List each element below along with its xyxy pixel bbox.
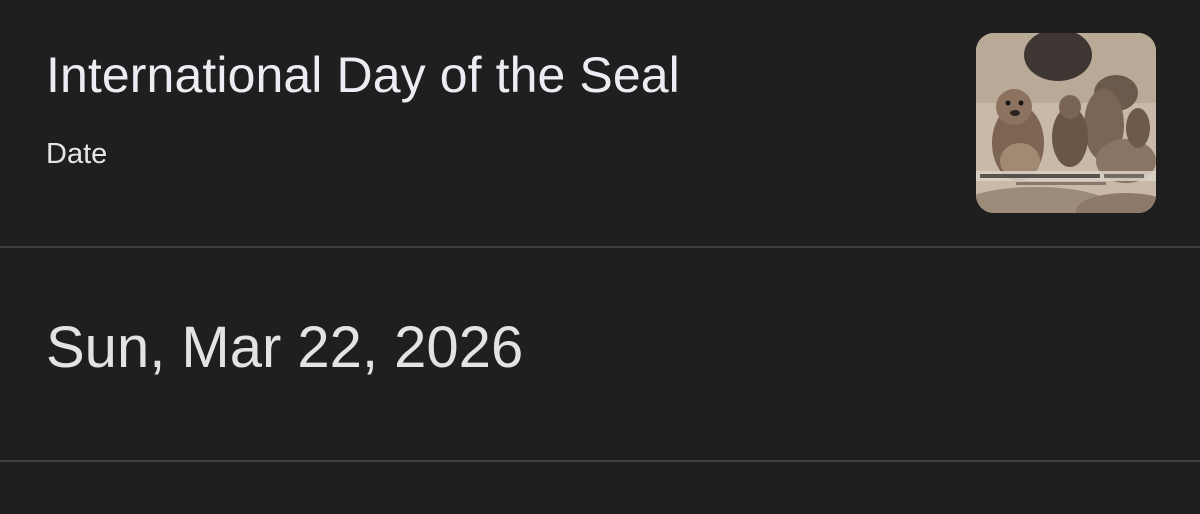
event-date[interactable]: Sun, Mar 22, 2026 <box>46 312 523 384</box>
divider <box>0 246 1200 248</box>
event-detail-card: International Day of the Seal Date Sun, … <box>0 0 1200 514</box>
event-subtitle: Date <box>46 138 108 170</box>
divider <box>0 460 1200 462</box>
event-title: International Day of the Seal <box>46 47 680 103</box>
seal-photo-icon <box>976 33 1156 213</box>
event-header: International Day of the Seal Date <box>0 0 1200 246</box>
event-thumbnail[interactable] <box>976 33 1156 213</box>
